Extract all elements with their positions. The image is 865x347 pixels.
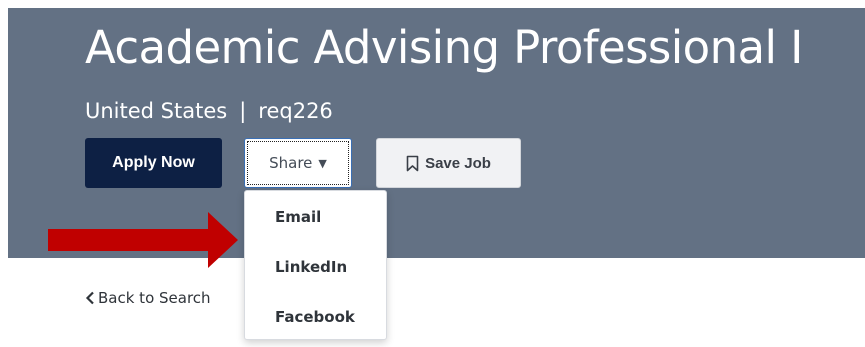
share-button[interactable]: Share ▼ xyxy=(244,138,352,188)
share-button-label: Share xyxy=(269,154,313,172)
caret-down-icon: ▼ xyxy=(318,156,327,170)
share-menu-item-email[interactable]: Email xyxy=(275,208,321,226)
back-to-search-link[interactable]: Back to Search xyxy=(85,289,211,307)
bookmark-icon xyxy=(406,155,419,171)
share-menu-item-linkedin[interactable]: LinkedIn xyxy=(275,258,347,276)
apply-now-button[interactable]: Apply Now xyxy=(85,138,222,188)
job-req-id: req226 xyxy=(258,99,333,123)
job-location: United States xyxy=(85,99,228,123)
subtitle-separator: | xyxy=(239,99,247,123)
save-job-button[interactable]: Save Job xyxy=(376,138,521,188)
job-subtitle: United States | req226 xyxy=(85,97,333,125)
red-arrow-annotation xyxy=(48,212,238,268)
page-title: Academic Advising Professional I xyxy=(85,21,803,74)
share-menu: Email LinkedIn Facebook xyxy=(244,190,387,340)
back-to-search-label: Back to Search xyxy=(98,289,211,307)
chevron-left-icon xyxy=(85,291,94,305)
save-job-label: Save Job xyxy=(425,154,491,172)
share-menu-item-facebook[interactable]: Facebook xyxy=(275,308,355,326)
